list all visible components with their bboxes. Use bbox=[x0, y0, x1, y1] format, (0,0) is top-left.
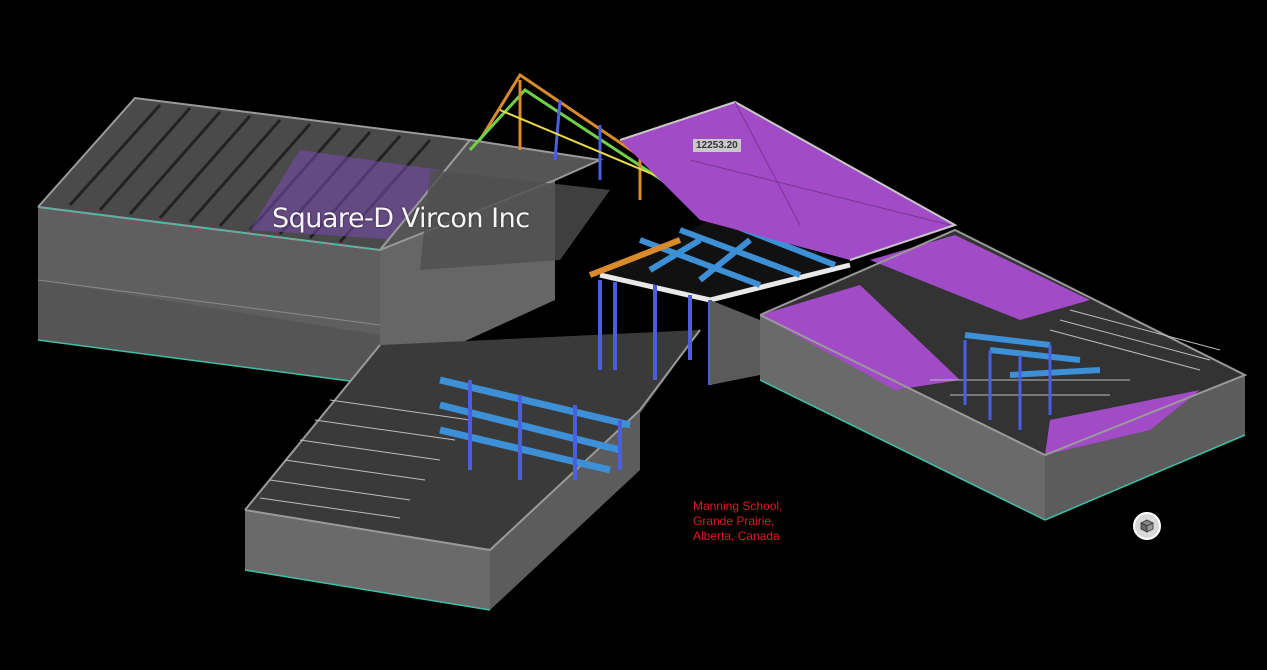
east-wing bbox=[759, 228, 1248, 521]
watermark-text: Square-D Vircon Inc bbox=[272, 203, 530, 234]
cube-icon bbox=[1140, 519, 1154, 533]
view-cube-button[interactable] bbox=[1133, 512, 1161, 540]
building-3d-model[interactable] bbox=[0, 0, 1267, 670]
north-east-roof bbox=[619, 100, 958, 261]
dimension-label: 12253.20 bbox=[693, 139, 741, 152]
location-line-2: Grande Prairie, bbox=[693, 514, 775, 528]
location-line-3: Alberta, Canada bbox=[693, 529, 780, 543]
location-note: Manning School, Grande Prairie, Alberta,… bbox=[693, 499, 782, 544]
location-line-1: Manning School, bbox=[693, 499, 783, 513]
model-viewport[interactable]: Square-D Vircon Inc 12253.20 Manning Sch… bbox=[0, 0, 1267, 670]
